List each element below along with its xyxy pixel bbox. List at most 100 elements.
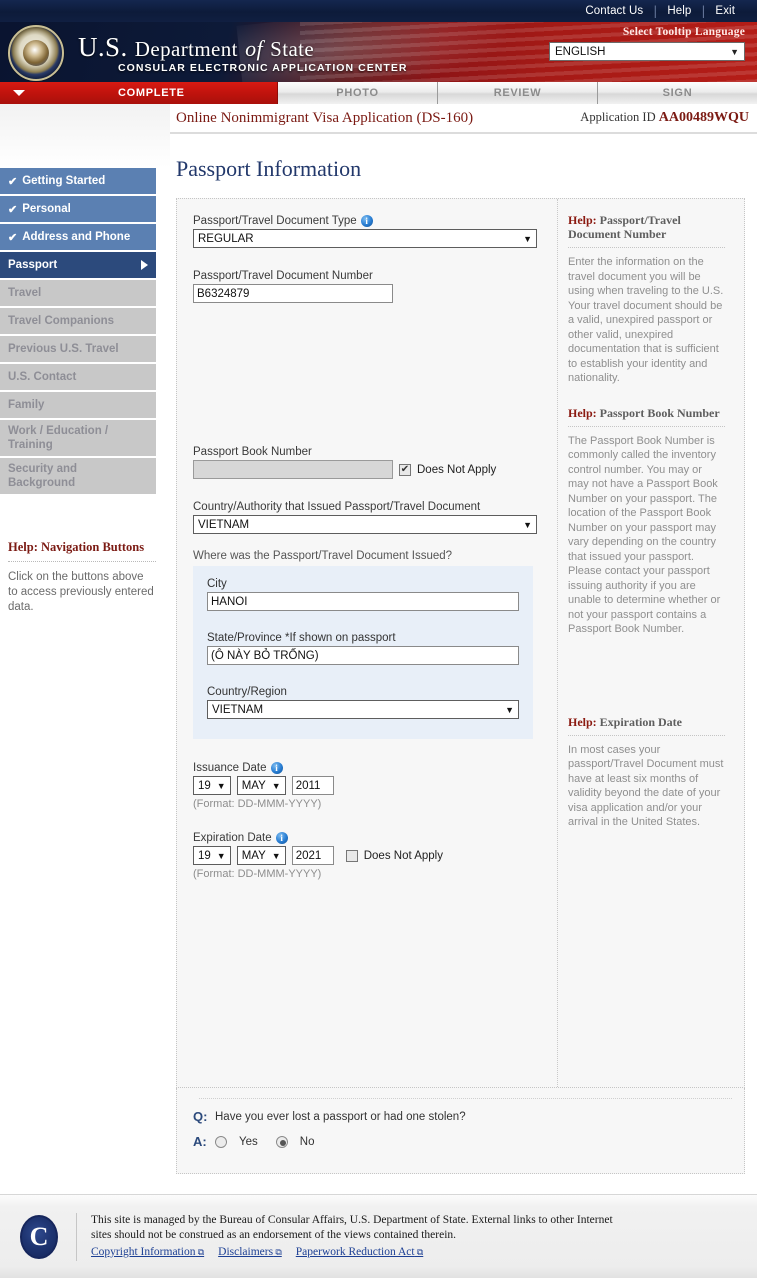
answer-row: A: Yes No (193, 1134, 744, 1149)
issued-city-input[interactable]: HANOI (207, 592, 519, 611)
book-number-input[interactable] (193, 460, 393, 479)
sidebar-item-label: Getting Started (22, 175, 106, 187)
check-icon: ✔ (8, 203, 18, 216)
chevron-down-icon: ▼ (505, 704, 514, 715)
tab-photo[interactable]: PHOTO (278, 82, 438, 104)
tab-review[interactable]: REVIEW (438, 82, 598, 104)
field-issued-state: State/Province *If shown on passport (Ô … (207, 632, 519, 665)
chevron-down-icon: ▼ (216, 850, 226, 861)
issued-state-value: (Ô NÀY BỎ TRỐNG) (211, 649, 319, 662)
exit-link[interactable]: Exit (705, 5, 745, 17)
sidebar-item-us-contact[interactable]: U.S. Contact (0, 364, 156, 390)
sidebar-item-security-and-background[interactable]: Security and Background (0, 458, 156, 494)
issuance-day-select[interactable]: 19 ▼ (193, 776, 231, 795)
contact-us-link[interactable]: Contact Us (575, 5, 653, 17)
sidebar-item-family[interactable]: Family (0, 392, 156, 418)
expiration-year-input[interactable]: 2021 (291, 846, 334, 865)
sidebar-spacer (0, 104, 170, 168)
expiration-day-select[interactable]: 19 ▼ (193, 846, 231, 865)
progress-tabs: COMPLETE PHOTO REVIEW SIGN (0, 82, 757, 104)
field-expiration-date: Expiration Date i 19 ▼ MAY ▼ 2021 Does N… (193, 832, 557, 880)
copyright-link-label: Copyright Information (91, 1246, 196, 1258)
chevron-down-icon: ▼ (271, 850, 281, 861)
expiration-month-value: MAY (241, 849, 266, 862)
chevron-down-icon: ▼ (216, 780, 226, 791)
disclaimers-link-label: Disclaimers (218, 1246, 274, 1258)
tab-complete[interactable]: COMPLETE (0, 82, 278, 104)
issuance-day-value: 19 (198, 779, 211, 792)
sidebar-navigation: ✔ Getting Started ✔ Personal ✔ Address a… (0, 104, 170, 1194)
tab-sign[interactable]: SIGN (598, 82, 757, 104)
radio-no-label: No (299, 1135, 315, 1148)
help-body: The Passport Book Number is commonly cal… (568, 434, 721, 636)
tab-sign-label: SIGN (662, 87, 693, 99)
question-answer-section: Q: Have you ever lost a passport or had … (176, 1088, 745, 1174)
sidebar-item-label: Work / Education / Training (8, 425, 109, 451)
passport-form-panel: Passport/Travel Document Type i REGULAR … (176, 198, 745, 1088)
issued-city-value: HANOI (211, 595, 248, 608)
book-number-does-not-apply-label: Does Not Apply (417, 463, 497, 476)
sidebar-item-passport[interactable]: Passport (0, 252, 156, 278)
sidebar-item-label: U.S. Contact (8, 371, 77, 383)
help-title-prefix: Help: (568, 714, 597, 729)
help-title: Help: Passport Book Number (568, 406, 725, 427)
issuing-country-select[interactable]: VIETNAM ▼ (193, 515, 537, 534)
sidebar-item-label: Security and Background (8, 463, 78, 489)
issuance-date-row: 19 ▼ MAY ▼ 2011 (193, 776, 557, 795)
sidebar-item-travel[interactable]: Travel (0, 280, 156, 306)
help-column: Help: Passport/Travel Document Number En… (557, 199, 733, 1087)
document-number-input[interactable]: B6324879 (193, 284, 393, 303)
external-link-icon: ⧉ (273, 1247, 282, 1257)
info-icon[interactable]: i (270, 762, 283, 774)
issued-country-select[interactable]: VIETNAM ▼ (207, 700, 519, 719)
form-fields-column: Passport/Travel Document Type i REGULAR … (177, 199, 557, 1087)
tab-review-label: REVIEW (493, 87, 542, 99)
issued-state-input[interactable]: (Ô NÀY BỎ TRỐNG) (207, 646, 519, 665)
title-of: of (245, 36, 263, 61)
document-type-select[interactable]: REGULAR ▼ (193, 229, 537, 248)
field-issuing-country: Country/Authority that Issued Passport/T… (193, 501, 557, 534)
answer-letter: A: (193, 1134, 207, 1149)
department-subtitle: CONSULAR ELECTRONIC APPLICATION CENTER (118, 62, 408, 74)
copyright-information-link[interactable]: Copyright Information ⧉ (91, 1245, 204, 1260)
sidebar-item-work-education-training[interactable]: Work / Education / Training (0, 420, 156, 456)
radio-no[interactable] (275, 1135, 288, 1148)
issued-city-label: City (207, 578, 227, 590)
expiration-does-not-apply-checkbox[interactable] (345, 849, 358, 862)
footer-line-1: This site is managed by the Bureau of Co… (91, 1214, 613, 1226)
tooltip-language-label: Select Tooltip Language (622, 26, 745, 38)
sidebar-item-label: Personal (22, 203, 71, 215)
info-icon[interactable]: i (360, 215, 373, 227)
sidebar-item-previous-us-travel[interactable]: Previous U.S. Travel (0, 336, 156, 362)
issuance-year-input[interactable]: 2011 (291, 776, 334, 795)
paperwork-link-label: Paperwork Reduction Act (295, 1246, 415, 1258)
info-icon[interactable]: i (275, 832, 288, 844)
expiration-date-label-text: Expiration Date (193, 832, 272, 844)
disclaimers-link[interactable]: Disclaimers ⧉ (218, 1245, 282, 1260)
book-number-does-not-apply-checkbox[interactable]: ✔ (399, 463, 411, 476)
footer-text: This site is managed by the Bureau of Co… (91, 1213, 613, 1260)
document-type-label-text: Passport/Travel Document Type (193, 215, 357, 227)
paperwork-reduction-act-link[interactable]: Paperwork Reduction Act ⧉ (296, 1245, 424, 1260)
sidebar-item-personal[interactable]: ✔ Personal (0, 196, 156, 222)
seal-letter: C (29, 1221, 49, 1251)
sidebar-item-address-and-phone[interactable]: ✔ Address and Phone (0, 224, 156, 250)
field-book-number: Passport Book Number ✔ Does Not Apply (193, 446, 557, 479)
issuance-month-select[interactable]: MAY ▼ (236, 776, 286, 795)
sidebar-item-getting-started[interactable]: ✔ Getting Started (0, 168, 156, 194)
help-block-book-number: Help: Passport Book Number The Passport … (568, 406, 725, 637)
tooltip-language-select[interactable]: ENGLISH ▼ (549, 42, 745, 61)
help-link[interactable]: Help (657, 5, 701, 17)
sidebar-item-travel-companions[interactable]: Travel Companions (0, 308, 156, 334)
document-number-value: B6324879 (197, 287, 250, 300)
caret-down-icon (13, 90, 25, 96)
question-letter: Q: (193, 1109, 208, 1124)
expiration-month-select[interactable]: MAY ▼ (236, 846, 286, 865)
check-icon: ✔ (400, 463, 410, 475)
radio-yes[interactable] (215, 1135, 227, 1148)
chevron-down-icon: ▼ (730, 46, 739, 57)
application-page: Contact Us | Help | Exit U.S. Department… (0, 0, 757, 1278)
help-body: Enter the information on the travel docu… (568, 256, 724, 384)
check-icon: ✔ (8, 175, 18, 188)
book-number-label: Passport Book Number (193, 446, 312, 458)
